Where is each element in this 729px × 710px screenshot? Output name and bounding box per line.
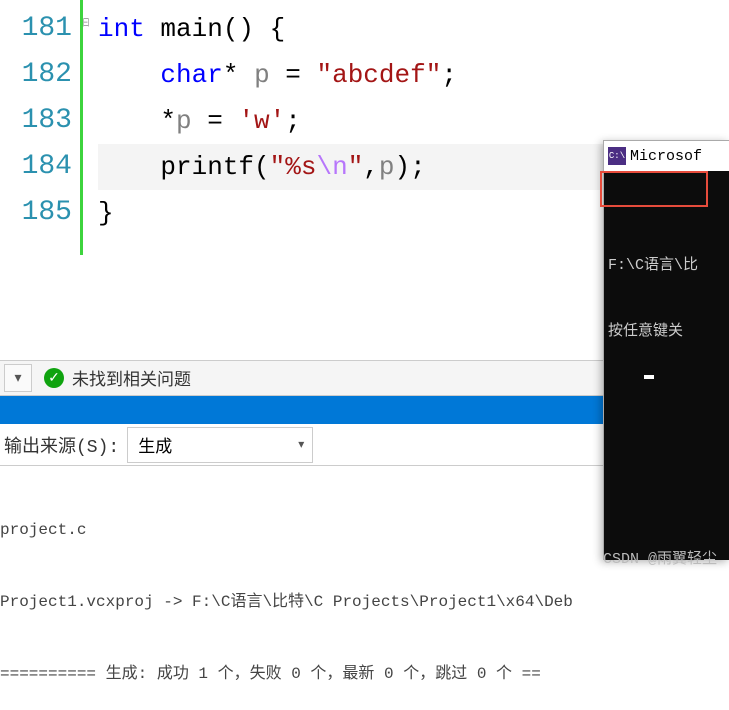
line-number: 182 <box>0 52 72 98</box>
chevron-down-icon: ▾ <box>14 370 21 387</box>
output-line: Project1.vcxproj -> F:\C语言\比特\C Projects… <box>0 590 729 614</box>
console-icon: C:\ <box>608 147 626 165</box>
watermark-text: CSDN @雨翼轻尘 <box>603 547 717 568</box>
code-line: int main() { <box>98 6 729 52</box>
annotation-rectangle <box>600 171 708 207</box>
code-line: *p = 'w'; <box>98 98 729 144</box>
check-circle-icon: ✓ <box>44 368 64 388</box>
output-source-label: 输出来源(S): <box>4 432 119 458</box>
select-value: 生成 <box>138 432 172 458</box>
line-number-gutter: 181 182 183 184 185 <box>0 0 80 255</box>
output-line: ========== 生成: 成功 1 个，失败 0 个，最新 0 个，跳过 0… <box>0 662 729 686</box>
chevron-down-icon: ▾ <box>298 437 304 452</box>
console-title-text: Microsof <box>630 148 702 165</box>
console-line: 按任意键关 <box>608 321 725 343</box>
output-source-select[interactable]: 生成 ▾ <box>127 427 313 463</box>
code-line: char* p = "abcdef"; <box>98 52 729 98</box>
line-number: 184 <box>0 144 72 190</box>
fold-indicator[interactable] <box>80 0 98 255</box>
console-line: F:\C语言\比 <box>608 255 725 277</box>
status-message: 未找到相关问题 <box>72 365 191 391</box>
line-number: 183 <box>0 98 72 144</box>
line-number: 185 <box>0 190 72 236</box>
cursor-icon <box>644 375 654 379</box>
line-number: 181 <box>0 6 72 52</box>
close-panel-button[interactable]: ▾ <box>4 364 32 392</box>
console-title-bar[interactable]: C:\ Microsof <box>604 141 729 171</box>
console-output: F:\C语言\比 按任意键关 <box>604 171 729 413</box>
console-window[interactable]: C:\ Microsof F:\C语言\比 按任意键关 <box>603 140 729 560</box>
